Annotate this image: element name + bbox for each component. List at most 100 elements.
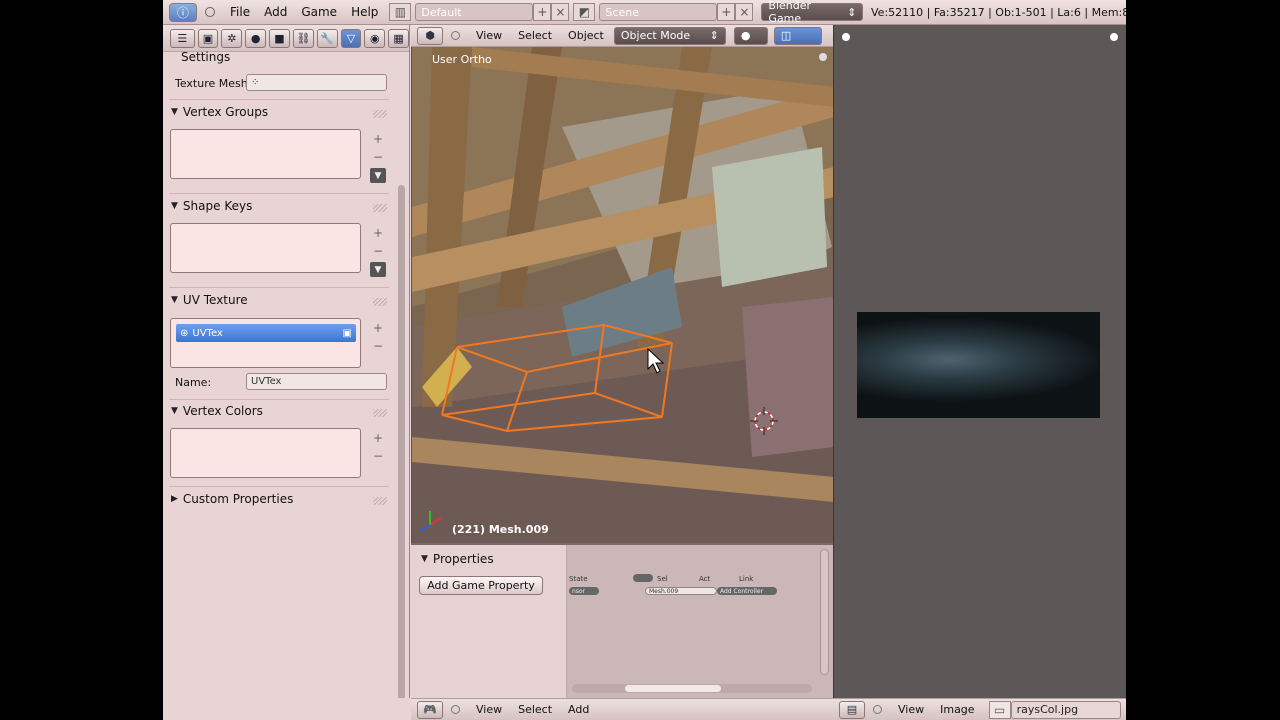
vertex-groups-list[interactable] <box>170 129 361 179</box>
shape-keys-panel-header[interactable]: ▼ Shape Keys <box>171 199 252 213</box>
act-label[interactable]: Act <box>699 575 710 583</box>
uv-texture-list[interactable]: ⊛ UVTex ▣ <box>170 318 361 368</box>
world-tab-icon[interactable]: ● <box>245 28 267 48</box>
render-tab-icon[interactable]: ▣ <box>197 28 219 48</box>
panel-grip-icon[interactable] <box>373 497 387 505</box>
data-tab-icon[interactable]: ▽ <box>340 28 362 48</box>
menu-add[interactable]: Add <box>560 703 597 716</box>
viewport-shading-select[interactable]: ● <box>733 26 768 45</box>
add-shape-key-button[interactable]: + <box>370 225 386 240</box>
region-toggle-right-icon[interactable] <box>1110 33 1118 41</box>
menu-add[interactable]: Add <box>257 5 294 19</box>
editor-type-3d-button[interactable]: ⬢ <box>417 26 443 45</box>
sel-label[interactable]: Sel <box>657 575 668 583</box>
image-browse-icon[interactable]: ▭ <box>988 700 1011 719</box>
collapse-menu-icon[interactable] <box>451 705 460 714</box>
active-object-label: (221) Mesh.009 <box>452 523 549 536</box>
add-vertex-color-button[interactable]: + <box>370 430 386 445</box>
panel-grip-icon[interactable] <box>373 409 387 417</box>
add-scene-icon[interactable]: + <box>717 3 736 21</box>
delete-scene-icon[interactable]: × <box>735 3 754 21</box>
vertex-colors-panel-header[interactable]: ▼ Vertex Colors <box>171 404 263 418</box>
render-toggle-icon[interactable]: ▣ <box>343 328 352 339</box>
shape-keys-list[interactable] <box>170 223 361 273</box>
collapse-menu-icon[interactable] <box>451 31 460 40</box>
uv-name-field[interactable]: UVTex <box>246 373 387 390</box>
sensor-pill[interactable]: nsor <box>569 587 599 595</box>
image-name-field[interactable]: raysCol.jpg <box>1010 700 1121 719</box>
menu-game[interactable]: Game <box>294 5 344 19</box>
uv-name-label: Name: <box>175 376 212 389</box>
custom-properties-panel-header[interactable]: ▶ Custom Properties <box>171 492 293 506</box>
panel-grip-icon[interactable] <box>373 298 387 306</box>
collapse-menu-icon[interactable] <box>873 705 882 714</box>
panel-grip-icon[interactable] <box>373 204 387 212</box>
texture-mesh-field[interactable]: ⁘ <box>246 74 387 91</box>
pivot-select[interactable]: ◫ <box>773 26 822 45</box>
render-engine-select[interactable]: Blender Game ⇕ <box>761 0 864 25</box>
link-label[interactable]: Link <box>739 575 753 583</box>
menu-file[interactable]: File <box>223 5 257 19</box>
vertex-colors-list[interactable] <box>170 428 361 478</box>
mesh-name-pill[interactable]: Mesh.009 <box>645 587 717 595</box>
image-editor[interactable] <box>833 25 1126 698</box>
vertex-group-specials-button[interactable]: ▼ <box>370 168 386 183</box>
panel-grip-icon[interactable] <box>373 110 387 118</box>
menu-object[interactable]: Object <box>560 29 612 42</box>
mode-select[interactable]: Object Mode ⇕ <box>613 26 726 45</box>
modifiers-tab-icon[interactable]: 🔧 <box>316 28 338 48</box>
menu-view[interactable]: View <box>468 29 510 42</box>
add-game-property-button[interactable]: Add Game Property <box>419 576 543 595</box>
screen-layout-icon[interactable]: ▥ <box>389 3 412 21</box>
properties-scrollbar[interactable] <box>398 185 405 715</box>
menu-image[interactable]: Image <box>932 703 982 716</box>
menu-select[interactable]: Select <box>510 29 560 42</box>
logic-properties-panel-header[interactable]: ▼ Properties <box>421 552 494 566</box>
logic-horizontal-scrollbar[interactable] <box>572 684 812 693</box>
menu-select[interactable]: Select <box>510 703 560 716</box>
properties-editor: ☰ ▣ ✲ ● ■ ⛓ 🔧 ▽ ◉ ▦ Settings Texture Mes… <box>163 25 410 720</box>
add-screen-icon[interactable]: + <box>533 3 552 21</box>
screen-layout-field[interactable]: Default <box>415 3 534 21</box>
scene-tab-icon[interactable]: ✲ <box>221 28 243 48</box>
settings-panel-title[interactable]: Settings <box>181 50 230 64</box>
scrollbar-thumb[interactable] <box>625 685 721 692</box>
remove-uv-texture-button[interactable]: − <box>370 338 386 353</box>
shape-key-specials-button[interactable]: ▼ <box>370 262 386 277</box>
divider <box>169 486 389 487</box>
editor-type-logic-button[interactable]: 🎮 <box>417 700 443 719</box>
controller-toggle[interactable] <box>633 574 653 582</box>
add-vertex-group-button[interactable]: + <box>370 131 386 146</box>
texture-tab-icon[interactable]: ▦ <box>388 28 409 48</box>
editor-type-image-button[interactable]: ▤ <box>839 700 865 719</box>
region-toggle-left-icon[interactable] <box>842 33 850 41</box>
editor-type-info-button[interactable]: ⓘ <box>169 2 197 22</box>
scene-icon[interactable]: ◩ <box>573 3 596 21</box>
image-preview[interactable] <box>857 312 1100 418</box>
vertex-groups-panel-header[interactable]: ▼ Vertex Groups <box>171 105 268 119</box>
logic-bricks-area[interactable]: State nsor Sel Act Link Mesh.009 Add Con… <box>567 545 833 700</box>
collapse-menu-icon[interactable] <box>205 7 215 17</box>
object-tab-icon[interactable]: ■ <box>269 28 290 48</box>
viewport-corner-widget[interactable] <box>819 53 827 61</box>
add-uv-texture-button[interactable]: + <box>370 320 386 335</box>
delete-screen-icon[interactable]: × <box>551 3 570 21</box>
menu-help[interactable]: Help <box>344 5 385 19</box>
editor-type-button[interactable]: ☰ <box>170 28 195 48</box>
remove-vertex-color-button[interactable]: − <box>370 448 386 463</box>
remove-shape-key-button[interactable]: − <box>370 243 386 258</box>
scene-field[interactable]: Scene <box>599 3 718 21</box>
menu-view[interactable]: View <box>890 703 932 716</box>
remove-vertex-group-button[interactable]: − <box>370 149 386 164</box>
3d-viewport[interactable]: User Ortho (221) Mesh.009 <box>411 47 833 543</box>
menu-view[interactable]: View <box>468 703 510 716</box>
constraints-tab-icon[interactable]: ⛓ <box>292 28 314 48</box>
add-controller-select[interactable]: Add Controller <box>717 587 777 595</box>
logic-vertical-scrollbar[interactable] <box>820 549 829 675</box>
uv-texture-item[interactable]: ⊛ UVTex ▣ <box>176 324 356 342</box>
uv-texture-panel-header[interactable]: ▼ UV Texture <box>171 293 248 307</box>
select-arrows-icon: ⇕ <box>847 5 857 19</box>
view-name-label: User Ortho <box>432 53 492 66</box>
material-tab-icon[interactable]: ◉ <box>364 28 386 48</box>
divider <box>169 99 389 100</box>
